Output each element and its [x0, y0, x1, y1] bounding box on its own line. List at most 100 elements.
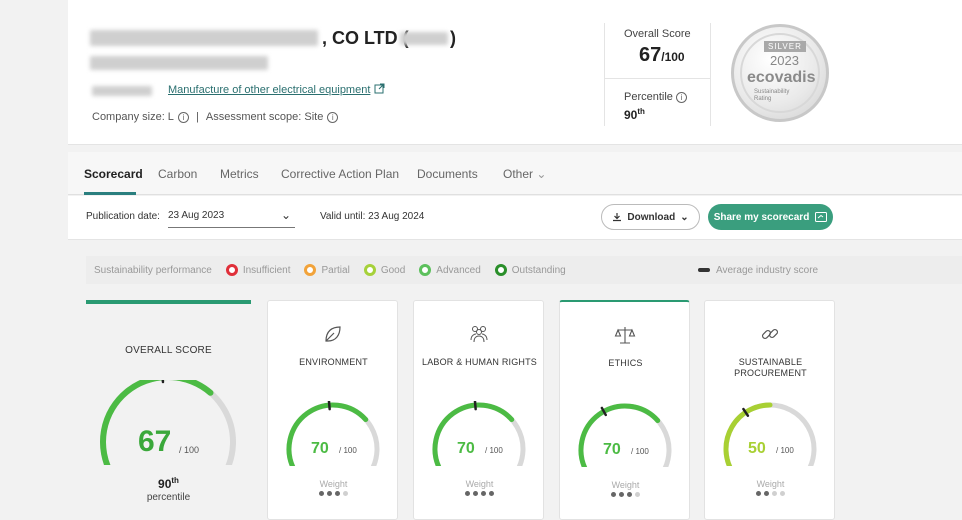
- ecovadis-silver-medal: SILVER 2023 ecovadis Sustainability Ratin…: [731, 24, 829, 122]
- weight-dot: [756, 491, 761, 496]
- weight-dot: [343, 491, 348, 496]
- weight-dot: [611, 492, 616, 497]
- percentile-value: 90th: [624, 107, 645, 122]
- tab-documents[interactable]: Documents: [417, 167, 478, 181]
- theme-title: LABOR & HUMAN RIGHTS: [422, 357, 538, 367]
- average-marker-icon: [698, 268, 710, 272]
- industry-average-marker: [327, 401, 331, 411]
- chevron-down-icon: ⌄: [280, 208, 291, 222]
- chevron-down-icon: ⌄: [536, 167, 547, 181]
- legend-dot: [419, 264, 432, 276]
- weight-label: Weight: [756, 479, 785, 489]
- download-button[interactable]: Download ⌄: [601, 204, 700, 230]
- info-icon[interactable]: i: [327, 111, 339, 123]
- medal-subtitle: Sustainability Rating: [754, 89, 790, 102]
- overall-percentile: 90th: [158, 476, 179, 491]
- weight-dot: [619, 492, 624, 497]
- weight-dot: [764, 491, 769, 496]
- theme-title: ENVIRONMENT: [299, 357, 368, 367]
- theme-gauge: [578, 403, 672, 467]
- company-name-suffix: ): [450, 28, 456, 48]
- weight-dots: [560, 492, 691, 497]
- legend-dot: [363, 264, 376, 276]
- company-name: , CO LTD (: [322, 28, 409, 48]
- weight-dot: [473, 491, 478, 496]
- theme-denominator: / 100: [339, 446, 357, 455]
- legend-item-good: Good: [363, 264, 405, 276]
- weight-dot: [335, 491, 340, 496]
- industry-average-marker: [161, 380, 165, 384]
- assessment-scope: Assessment scope: Site: [205, 111, 324, 123]
- overall-percentile-label: percentile: [146, 492, 191, 503]
- share-icon: [815, 212, 828, 222]
- download-label: Download: [627, 211, 676, 223]
- tab-scorecard[interactable]: Scorecard: [84, 167, 143, 181]
- scales-icon: [614, 327, 636, 344]
- theme-card-labor-human-rights[interactable]: LABOR & HUMAN RIGHTS 70 / 100 Weight: [413, 300, 544, 520]
- overall-score-label: Overall Score: [624, 28, 691, 40]
- tab-metrics[interactable]: Metrics: [220, 167, 259, 181]
- legend-item-partial: Partial: [304, 264, 350, 276]
- publication-bar: Publication date: 23 Aug 2023 ⌄ Valid un…: [68, 196, 962, 240]
- overall-score-denominator: / 100: [179, 445, 200, 455]
- legend-item-insufficient: Insufficient: [225, 264, 290, 276]
- weight-label: Weight: [465, 479, 494, 489]
- legend-average: Average industry score: [698, 265, 818, 276]
- ecovadis-logo: ecovadis: [747, 69, 816, 86]
- divider: [605, 78, 711, 79]
- theme-denominator: / 100: [631, 447, 649, 456]
- weight-dot: [319, 491, 324, 496]
- publication-date-value: 23 Aug 2023: [168, 210, 225, 221]
- weight-dot: [327, 491, 332, 496]
- performance-legend: Sustainability performance Insufficient …: [86, 256, 962, 284]
- theme-gauge: [723, 402, 817, 466]
- theme-title: SUSTAINABLE PROCUREMENT: [734, 357, 807, 378]
- info-icon[interactable]: i: [177, 111, 189, 123]
- tab-other[interactable]: Other ⌄: [503, 167, 546, 181]
- weight-dot: [465, 491, 470, 496]
- overall-score-card[interactable]: OVERALL SCORE 67 / 100 90th percentile: [86, 300, 251, 520]
- medal-year: 2023: [770, 53, 799, 68]
- info-icon[interactable]: i: [675, 91, 687, 103]
- download-icon: [613, 213, 622, 222]
- legend-dot: [225, 264, 238, 276]
- active-tab-indicator: [84, 192, 136, 195]
- weight-dot: [635, 492, 640, 497]
- tab-corrective-action-plan[interactable]: Corrective Action Plan: [281, 167, 399, 181]
- theme-gauge: [432, 401, 526, 466]
- external-link-icon[interactable]: [374, 83, 385, 94]
- tab-carbon[interactable]: Carbon: [158, 167, 197, 181]
- theme-card-ethics[interactable]: ETHICS 70 / 100 Weight: [559, 300, 690, 520]
- leaf-icon: [325, 326, 341, 342]
- legend-item-outstanding: Outstanding: [494, 264, 566, 276]
- redacted-subname: [90, 56, 268, 70]
- publication-date-select[interactable]: 23 Aug 2023 ⌄: [168, 204, 295, 228]
- weight-label: Weight: [611, 480, 640, 490]
- people-icon: [470, 326, 488, 343]
- industry-average-marker: [473, 401, 477, 411]
- theme-card-environment[interactable]: ENVIRONMENT 70 / 100 Weight: [267, 300, 398, 520]
- theme-card-sustainable-procurement[interactable]: SUSTAINABLE PROCUREMENT 50 / 100 Weight: [704, 300, 835, 520]
- weight-dot: [481, 491, 486, 496]
- weight-dot: [489, 491, 494, 496]
- valid-until: Valid until: 23 Aug 2024: [320, 211, 425, 222]
- theme-score: 70: [311, 440, 329, 457]
- theme-score: 70: [457, 440, 475, 457]
- theme-denominator: / 100: [485, 446, 503, 455]
- theme-title: ETHICS: [608, 358, 643, 368]
- weight-label: Weight: [319, 479, 348, 489]
- redacted-name: [90, 30, 318, 46]
- weight-dot: [780, 491, 785, 496]
- publication-date-label: Publication date:: [86, 211, 160, 222]
- company-meta: Company size: L i | Assessment scope: Si…: [92, 111, 339, 123]
- legend-dot: [304, 264, 317, 276]
- tab-bar: Scorecard Carbon Metrics Corrective Acti…: [68, 152, 962, 195]
- industry-link[interactable]: Manufacture of other electrical equipmen…: [168, 84, 370, 96]
- share-scorecard-button[interactable]: Share my scorecard: [708, 204, 833, 230]
- weight-dot: [627, 492, 632, 497]
- medal-tier: SILVER: [764, 41, 806, 52]
- overall-score-number: 67: [138, 425, 172, 458]
- legend-dot: [494, 264, 507, 276]
- overall-score-title: OVERALL SCORE: [125, 345, 212, 356]
- theme-gauge: [286, 401, 380, 466]
